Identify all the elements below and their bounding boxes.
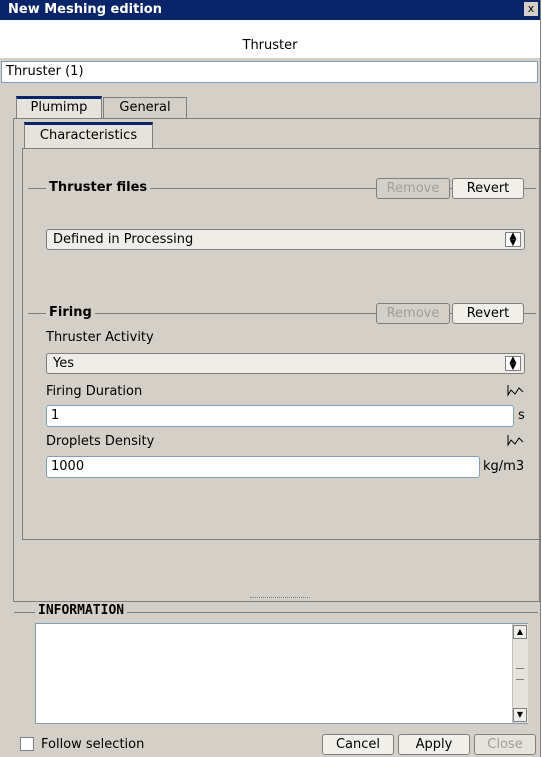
thruster-activity-label: Thruster Activity xyxy=(46,330,154,345)
scroll-grip[interactable] xyxy=(516,668,524,680)
tab-general[interactable]: General xyxy=(103,97,187,118)
droplets-density-input[interactable]: 1000 xyxy=(46,456,480,478)
close-button[interactable]: Close xyxy=(474,734,536,755)
window-title: New Meshing edition xyxy=(8,2,162,17)
firing-title: Firing xyxy=(46,305,95,320)
firing-revert-button[interactable]: Revert xyxy=(452,303,524,324)
scroll-up-icon[interactable]: ▲ xyxy=(513,625,527,639)
firing-remove-button[interactable]: Remove xyxy=(376,303,450,324)
tab-plumimp[interactable]: Plumimp xyxy=(16,96,102,118)
information-text-area[interactable] xyxy=(35,623,528,724)
close-icon[interactable]: x xyxy=(524,2,538,16)
name-field[interactable]: Thruster (1) xyxy=(1,61,538,83)
droplets-density-label: Droplets Density xyxy=(46,434,155,449)
thruster-activity-value: Yes xyxy=(53,356,74,371)
updown-arrows-icon: ▲ ▼ xyxy=(505,356,521,372)
apply-button[interactable]: Apply xyxy=(398,734,470,755)
droplets-density-unit: kg/m3 xyxy=(483,459,525,474)
tab-characteristics[interactable]: Characteristics xyxy=(24,122,153,148)
firing-duration-unit: s xyxy=(518,408,525,423)
cancel-button[interactable]: Cancel xyxy=(322,734,394,755)
updown-arrows-icon: ▲ ▼ xyxy=(505,232,521,248)
follow-selection-checkbox[interactable] xyxy=(20,737,34,751)
thruster-files-revert-button[interactable]: Revert xyxy=(452,178,524,199)
graph-icon[interactable] xyxy=(506,433,524,447)
splitter-handle[interactable] xyxy=(250,597,310,600)
thruster-files-combo[interactable]: Defined in Processing ▲ ▼ xyxy=(46,229,525,250)
graph-icon[interactable] xyxy=(506,383,524,397)
thruster-files-remove-button[interactable]: Remove xyxy=(376,178,450,199)
follow-selection-label: Follow selection xyxy=(41,737,145,752)
firing-duration-input[interactable]: 1 xyxy=(46,405,514,427)
information-title: INFORMATION xyxy=(35,603,128,618)
thruster-files-combo-value: Defined in Processing xyxy=(53,232,194,247)
thruster-files-title: Thruster files xyxy=(46,180,151,195)
firing-duration-label: Firing Duration xyxy=(46,384,143,399)
scroll-down-icon[interactable]: ▼ xyxy=(513,708,527,722)
subtitle: Thruster xyxy=(242,38,298,53)
thruster-activity-combo[interactable]: Yes ▲ ▼ xyxy=(46,353,525,374)
